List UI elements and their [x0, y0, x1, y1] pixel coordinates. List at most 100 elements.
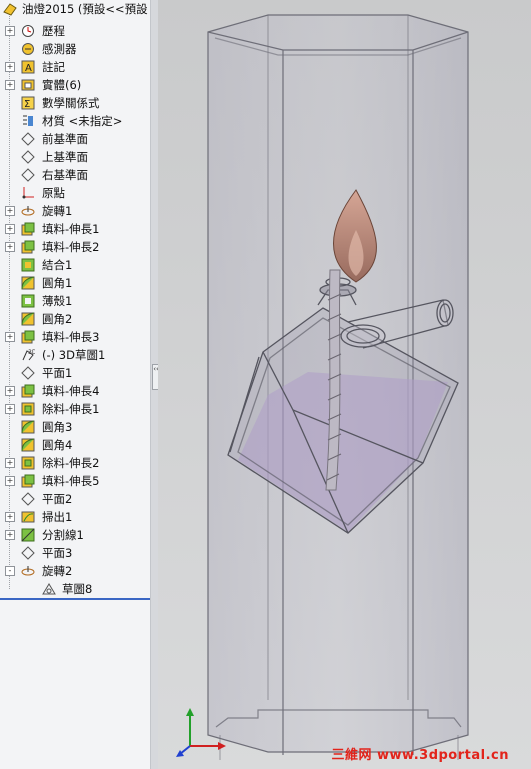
svg-text:A: A — [25, 63, 32, 74]
tree-item[interactable]: 上基準面 — [0, 148, 150, 166]
combine-icon — [21, 258, 35, 272]
svg-text:3D: 3D — [28, 349, 35, 356]
boss-extrude-icon — [21, 474, 35, 488]
tree-item-label: 薄殼1 — [42, 294, 73, 308]
tree-item[interactable]: + 實體(6) — [0, 76, 150, 94]
tree-item[interactable]: 圓角4 — [0, 436, 150, 454]
expand-icon[interactable]: + — [5, 512, 15, 522]
revolve-icon — [21, 566, 35, 576]
expand-icon[interactable]: + — [5, 332, 15, 342]
tree-item[interactable]: + 旋轉1 — [0, 202, 150, 220]
tree-item[interactable]: Σ 數學關係式 — [0, 94, 150, 112]
tree-item-label: 平面3 — [42, 546, 73, 560]
tree-item[interactable]: - 旋轉2 — [0, 562, 150, 580]
expand-icon[interactable]: + — [5, 206, 15, 216]
tree-item-label: 註記 — [42, 60, 65, 74]
expand-icon[interactable]: + — [5, 458, 15, 468]
tree-item[interactable]: + 填料-伸長4 — [0, 382, 150, 400]
tree-item[interactable]: 前基準面 — [0, 130, 150, 148]
tree-root-label: 油燈2015 (預設<<預設 — [22, 2, 148, 16]
tree-item[interactable]: + 填料-伸長3 — [0, 328, 150, 346]
tree-item-label: 除料-伸長2 — [42, 456, 100, 470]
tree-item-label: 填料-伸長3 — [42, 330, 100, 344]
plane-icon — [21, 168, 35, 182]
tree-item-label: 平面2 — [42, 492, 73, 506]
tree-item-label: 填料-伸長4 — [42, 384, 100, 398]
tree-item[interactable]: 結合1 — [0, 256, 150, 274]
rollback-bar[interactable] — [0, 598, 150, 600]
tree-item[interactable]: + 掃出1 — [0, 508, 150, 526]
boss-extrude-icon — [21, 330, 35, 344]
sweep-icon — [21, 511, 35, 523]
tree-item[interactable]: 3D (-) 3D草圖1 — [0, 346, 150, 364]
part-icon — [3, 3, 17, 16]
expand-icon[interactable]: + — [5, 62, 15, 72]
tree-item-label: 材質 <未指定> — [42, 114, 123, 128]
solid-bodies-icon — [21, 79, 35, 91]
boss-extrude-icon — [21, 240, 35, 254]
tree-item[interactable]: 圓角2 — [0, 310, 150, 328]
tree-item-label: 分割線1 — [42, 528, 84, 542]
fillet-icon — [21, 276, 35, 290]
tree-item[interactable]: + 填料-伸長1 — [0, 220, 150, 238]
sketch-icon — [42, 583, 56, 595]
tree-item[interactable]: + 除料-伸長1 — [0, 400, 150, 418]
expand-icon[interactable]: + — [5, 224, 15, 234]
tree-item[interactable]: + 除料-伸長2 — [0, 454, 150, 472]
tree-item[interactable]: 薄殼1 — [0, 292, 150, 310]
tree-item[interactable]: 平面2 — [0, 490, 150, 508]
tree-item-label: 歷程 — [42, 24, 65, 38]
tree-item[interactable]: + 填料-伸長5 — [0, 472, 150, 490]
expand-icon[interactable]: + — [5, 530, 15, 540]
fillet-icon — [21, 438, 35, 452]
tree-item[interactable]: 圓角1 — [0, 274, 150, 292]
fillet-icon — [21, 312, 35, 326]
origin-icon — [22, 187, 34, 199]
plane-icon — [21, 150, 35, 164]
cut-extrude-icon — [21, 402, 35, 416]
tree-item[interactable]: 感測器 — [0, 40, 150, 58]
tree-item-label: 掃出1 — [42, 510, 73, 524]
boss-extrude-icon — [21, 222, 35, 236]
tree-item-label: 平面1 — [42, 366, 73, 380]
revolve-icon — [21, 206, 35, 216]
tree-item-label: 上基準面 — [42, 150, 88, 164]
tree-item[interactable]: + 分割線1 — [0, 526, 150, 544]
tree-item[interactable]: + A 註記 — [0, 58, 150, 76]
tree-item[interactable]: 原點 — [0, 184, 150, 202]
tree-item-label: 結合1 — [42, 258, 73, 272]
collapse-icon[interactable]: - — [5, 566, 15, 576]
3d-sketch-icon: 3D — [22, 349, 35, 361]
expand-icon[interactable]: + — [5, 476, 15, 486]
graphics-viewport[interactable]: 三維网 www.3dportal.cn — [158, 0, 531, 769]
tree-item[interactable]: 材質 <未指定> — [0, 112, 150, 130]
expand-icon[interactable]: + — [5, 404, 15, 414]
expand-icon[interactable]: + — [5, 26, 15, 36]
expand-icon[interactable]: + — [5, 242, 15, 252]
sensor-icon — [22, 43, 34, 55]
tree-item[interactable]: + 歷程 — [0, 22, 150, 40]
plane-icon — [21, 366, 35, 380]
equations-icon: Σ — [21, 96, 35, 110]
tree-item-label: (-) 3D草圖1 — [42, 348, 106, 362]
tree-sub-item-label: 草圖8 — [62, 582, 93, 596]
tree-item[interactable]: 平面1 — [0, 364, 150, 382]
tree-item[interactable]: 平面3 — [0, 544, 150, 562]
tree-item-label: 感測器 — [42, 42, 77, 56]
expand-icon[interactable]: + — [5, 386, 15, 396]
tree-item-label: 旋轉2 — [42, 564, 73, 578]
tree-root-part[interactable]: 油燈2015 (預設<<預設 — [0, 0, 150, 18]
tree-item-label: 原點 — [42, 186, 65, 200]
tree-item[interactable]: 右基準面 — [0, 166, 150, 184]
tree-sub-item[interactable]: 草圖8 — [0, 580, 150, 598]
tree-item-label: 填料-伸長1 — [42, 222, 100, 236]
tree-item[interactable]: 圓角3 — [0, 418, 150, 436]
oil-lamp-model — [176, 14, 469, 760]
shell-icon — [21, 294, 35, 308]
tree-item-label: 右基準面 — [42, 168, 88, 182]
tree-item[interactable]: + 填料-伸長2 — [0, 238, 150, 256]
expand-icon[interactable]: + — [5, 80, 15, 90]
tree-item-label: 實體(6) — [42, 78, 82, 92]
annotation-icon: A — [21, 60, 35, 74]
boss-extrude-icon — [21, 384, 35, 398]
